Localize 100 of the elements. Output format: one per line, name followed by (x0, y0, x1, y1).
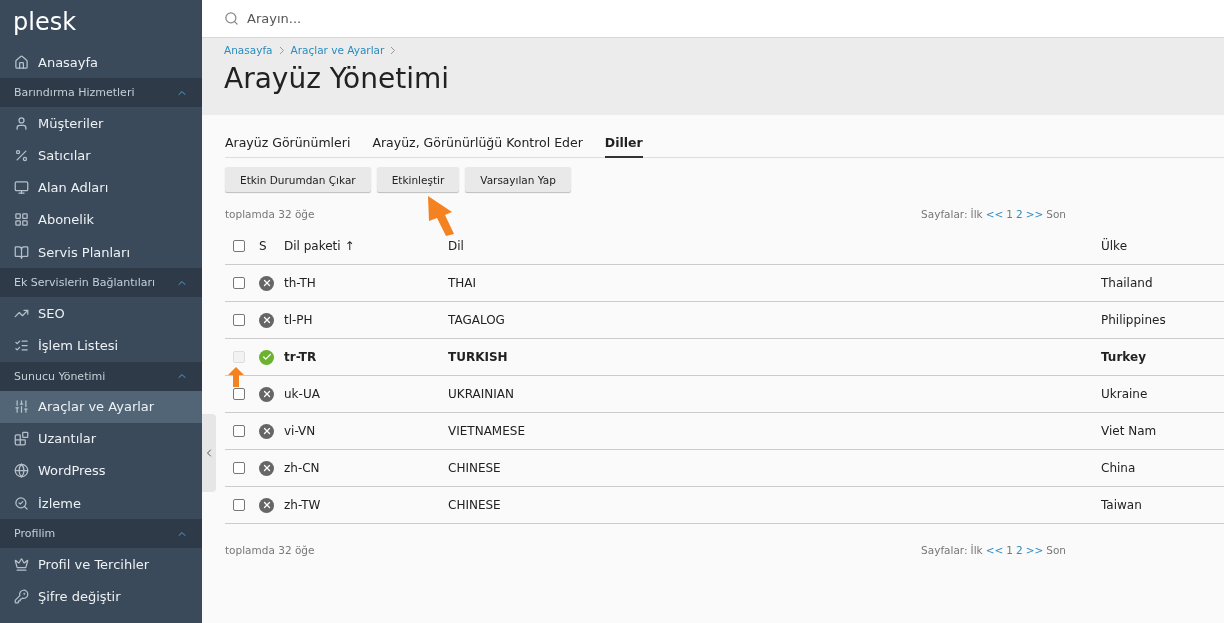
pager-link[interactable]: 1 (1006, 208, 1013, 220)
item-count: toplamda 32 öğe (225, 544, 315, 556)
row-checkbox[interactable] (233, 425, 245, 437)
percent-icon (14, 147, 29, 163)
table-cell: THAI (448, 276, 477, 290)
table-cell: Taiwan (1101, 498, 1142, 512)
sidebar-section[interactable]: Ek Servislerin Bağlantıları (0, 268, 202, 298)
sidebar-item[interactable]: Satıcılar (0, 139, 202, 172)
user-icon (14, 115, 29, 131)
toolbar-button[interactable]: Etkin Durumdan Çıkar (225, 167, 371, 192)
sidebar-section[interactable]: Sunucu Yönetimi (0, 361, 202, 391)
table-cell: Ukraine (1101, 387, 1148, 401)
grid-icon (14, 212, 29, 228)
sidebar-item[interactable]: Abonelik (0, 203, 202, 236)
globe-icon (14, 463, 29, 479)
checklist-icon (14, 337, 29, 353)
table-row[interactable]: zh-CN CHINESE China (225, 450, 1224, 487)
select-all-checkbox[interactable] (233, 240, 245, 252)
row-checkbox[interactable] (233, 462, 245, 474)
sliders-icon (14, 399, 29, 415)
search-icon (224, 11, 239, 26)
sidebar-collapse-handle[interactable] (202, 414, 216, 492)
table-cell: Viet Nam (1101, 424, 1157, 438)
sidebar-item[interactable]: İşlem Listesi (0, 329, 202, 362)
table-cell: CHINESE (448, 498, 501, 512)
column-header[interactable]: Ülke (1101, 239, 1128, 253)
chevron-right-icon (390, 45, 397, 55)
table-cell: VIETNAMESE (448, 424, 525, 438)
table-cell: China (1101, 461, 1136, 475)
table-row[interactable]: zh-TW CHINESE Taiwan (225, 487, 1224, 524)
sidebar-item[interactable]: İzleme (0, 487, 202, 520)
table-cell: tl-PH (284, 313, 313, 327)
column-header[interactable]: S (259, 239, 267, 253)
toolbar-button[interactable]: Etkinleştir (376, 167, 460, 192)
table-cell: zh-CN (284, 461, 320, 475)
pager-link[interactable]: 2 (1015, 208, 1023, 220)
pager-link[interactable]: >> (1025, 544, 1044, 556)
pager-link[interactable]: << (985, 544, 1004, 556)
column-header[interactable]: Dil paketi ↑ (284, 239, 355, 253)
pager-link[interactable]: İlk (970, 208, 983, 220)
sidebar-item[interactable]: Anasayfa (0, 46, 202, 79)
table-row[interactable]: vi-VN VIETNAMESE Viet Nam (225, 413, 1224, 450)
pager-link[interactable]: 2 (1015, 544, 1023, 556)
sidebar-item[interactable]: Müşteriler (0, 107, 202, 140)
table-cell: th-TH (284, 276, 316, 290)
pager-label: Sayfalar: (921, 208, 968, 220)
column-header[interactable]: Dil (448, 239, 464, 253)
home-icon (14, 54, 29, 70)
row-checkbox[interactable] (233, 499, 245, 511)
pager-link[interactable]: >> (1025, 208, 1044, 220)
plesk-logo: plesk (12, 7, 78, 38)
sidebar-section[interactable]: Barındırma Hizmetleri (0, 78, 202, 108)
table-cell: uk-UA (284, 387, 320, 401)
tab[interactable]: Arayüz, Görünürlüğü Kontrol Eder (372, 135, 583, 158)
sidebar-item[interactable]: Alan Adları (0, 171, 202, 204)
annotation-arrow (228, 367, 244, 387)
sidebar-item[interactable]: WordPress (0, 454, 202, 488)
pager-link[interactable]: Son (1046, 208, 1066, 220)
page-title: Arayüz Yönetimi (224, 62, 451, 95)
search-field[interactable]: Arayın... (245, 10, 545, 27)
toolbar-button[interactable]: Varsayılan Yap (465, 167, 571, 192)
pager-link[interactable]: 1 (1006, 544, 1013, 556)
table-row[interactable]: uk-UA UKRAINIAN Ukraine (225, 376, 1224, 413)
sidebar-item[interactable]: Araçlar ve Ayarlar (0, 390, 202, 423)
table-cell: TAGALOG (448, 313, 505, 327)
table-cell: zh-TW (284, 498, 321, 512)
table-cell: CHINESE (448, 461, 501, 475)
item-count: toplamda 32 öğe (225, 208, 315, 220)
table-cell: Thailand (1101, 276, 1153, 290)
table-cell: Turkey (1101, 350, 1146, 364)
row-checkbox[interactable] (233, 277, 245, 289)
annotation-arrow (426, 196, 456, 236)
table-cell: vi-VN (284, 424, 316, 438)
crown-icon (14, 556, 29, 572)
sidebar-item[interactable]: Profil ve Tercihler (0, 548, 202, 581)
blocks-icon (14, 431, 29, 447)
book-icon (14, 244, 29, 260)
tab[interactable]: Arayüz Görünümleri (225, 135, 351, 158)
sidebar-item[interactable]: Servis Planları (0, 235, 202, 269)
monitor-icon (14, 180, 29, 196)
sidebar-item[interactable]: SEO (0, 297, 202, 330)
tab[interactable]: Diller (604, 135, 643, 158)
row-checkbox[interactable] (233, 314, 245, 326)
table-cell: Philippines (1101, 313, 1166, 327)
table-cell: TURKISH (448, 350, 508, 364)
pager-label: Sayfalar: (921, 544, 968, 556)
sidebar-item[interactable]: Uzantılar (0, 422, 202, 455)
table-row[interactable]: th-TH THAI Thailand (225, 265, 1224, 302)
row-checkbox[interactable] (233, 388, 245, 400)
chevron-right-icon (278, 45, 285, 55)
key-icon (14, 589, 29, 605)
pager-link[interactable]: İlk (970, 544, 983, 556)
table-cell: UKRAINIAN (448, 387, 514, 401)
table-row[interactable]: tl-PH TAGALOG Philippines (225, 302, 1224, 339)
pager-link[interactable]: << (985, 208, 1004, 220)
search-icon (14, 495, 29, 511)
pager-link[interactable]: Son (1046, 544, 1066, 556)
sidebar-item[interactable]: Şifre değiştir (0, 580, 202, 613)
table-cell: tr-TR (284, 350, 317, 364)
sidebar-section[interactable]: Profilim (0, 519, 202, 549)
